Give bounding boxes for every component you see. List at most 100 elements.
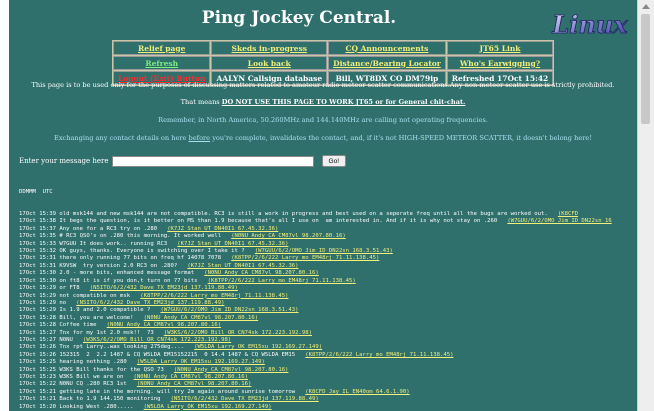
log-callsign-link[interactable]: (K7JZ Stan UT DN40I1 67.45.32.36) <box>177 241 288 247</box>
log-message: 17Oct 15:29 Is 1.9 and 2.0 compatible ? <box>19 307 151 314</box>
log-callsign-link[interactable]: (K7JZ Stan UT DN40I1 67.45.32.36) <box>187 263 298 269</box>
nav-jt65-link[interactable]: JT65 Link <box>446 41 554 55</box>
log-callsign-link[interactable]: (W7GUU/6/2/OMO Jim ID DN22sn 168.3.51.43… <box>160 307 298 313</box>
nav-who-s-earwigging[interactable]: Who's Earwigging? <box>446 56 554 70</box>
log-message: 17Oct 15:28 Bill, you are welcome! <box>19 314 134 321</box>
log-message: 17Oct 15:25 W3KS Bill thanks for the QSO… <box>19 366 164 373</box>
notice-scope: This page is to be used only for the pur… <box>31 81 615 89</box>
log-callsign-link[interactable]: (W5LDA Larry OK EM15xu 192.169.27.149) <box>144 404 272 410</box>
log-callsign-link[interactable]: (N0NU Andy CA CM87vl 98.207.80.16) <box>174 367 289 373</box>
log-callsign-link[interactable]: (K8CFD <box>558 211 578 217</box>
log-entry: 17Oct 15:39 old msk144 and new msk144 ar… <box>19 211 635 218</box>
nav-table: Relief page Skeds in-progress CQ Announcem… <box>112 40 555 86</box>
log-callsign-link[interactable]: (N0NU Andy CA CM87vl 98.207.80.16) <box>144 315 259 321</box>
log-entry: 17Oct 15:26 Tnx rpt Larry..was looking 2… <box>19 344 635 351</box>
log-message: 17Oct 15:30 on ft8 it is if you don,t tu… <box>19 277 198 284</box>
log-entry: 17Oct 15:21 Back to 1.9 144.150 monitori… <box>19 396 635 403</box>
log-message: 17Oct 15:20 Looking West .280..... <box>19 403 134 410</box>
nav-look-back[interactable]: Look back <box>211 56 328 70</box>
log-entry: 17Oct 15:29 no (N5ITO/6/2/432 Dave TX EM… <box>19 300 635 307</box>
log-entry: 17Oct 15:25 hearing nothing .280 (W5LDA … <box>19 359 635 366</box>
log-message: 17Oct 15:26 152315 2 2.2 1487 & CQ W5LDA… <box>19 351 296 358</box>
log-entry: 17Oct 15:29 Is 1.9 and 2.0 compatible ? … <box>19 307 635 314</box>
notice-rules-prefix: That means <box>180 98 222 106</box>
log-entry: 17Oct 15:28 Bill, you are welcome! (N0NU… <box>19 315 635 322</box>
nav-distance-bearing-locator[interactable]: Distance/Bearing Locator <box>328 56 446 70</box>
log-entry: 17Oct 15:37 Any one for a RC3 try on .28… <box>19 226 635 233</box>
log-callsign-link[interactable]: (N0NU Andy CA CM87vl 98.207.80.16) <box>134 374 249 380</box>
log-entry: 17Oct 15:25 W3KS Bill thanks for the QSO… <box>19 367 635 374</box>
log-callsign-link[interactable]: (N5ITO/6/2/432 Dave TX EM23jd 137.119.88… <box>171 396 319 402</box>
log-callsign-link[interactable]: (K8TPP/2/6/222 Larry mo EM48rj 71.11.138… <box>305 352 453 358</box>
log-message: 17Oct 15:27 Tnx for my 1st 2.0 msk!! 73 <box>19 329 154 336</box>
log-message: 17Oct 15:21 getting late in the morning.… <box>19 388 296 395</box>
log-message: 17Oct 15:33 W7GUU It does work.. running… <box>19 240 168 247</box>
log-entry: 17Oct 15:30 2.0 - more bits, enhanced me… <box>19 270 635 277</box>
log-entry: 17Oct 15:23 W3KS Bill we are on (N0NU An… <box>19 374 635 381</box>
log-message: 17Oct 15:26 Tnx rpt Larry..was looking 2… <box>19 344 185 351</box>
log-message: 17Oct 15:23 W3KS Bill we are on <box>19 373 124 380</box>
log-callsign-link[interactable]: (W3KS/6/2/OMO Bill OR CN74sk 172.223.192… <box>83 337 231 343</box>
log-message: 17Oct 15:29 no <box>19 299 67 306</box>
log-callsign-link[interactable]: (N5ITO/6/2/432 Dave TX EM23jd 137.119.88… <box>76 300 224 306</box>
notice-contact-c: you're complete, invalidates the contact… <box>210 134 592 142</box>
log-entry: 17Oct 15:28 Coffee time (N0NU Andy CA CM… <box>19 322 635 329</box>
nav-cq-announcements[interactable]: CQ Announcements <box>328 41 446 55</box>
log-message: 17Oct 15:22 N0NU CQ .280 RC3 1st <box>19 381 127 388</box>
log-callsign-link[interactable]: (K8CFD Jay IL EN40om 64.6.1.90) <box>305 389 409 395</box>
notice-rules: That means DO NOT USE THIS PAGE TO WORK … <box>9 98 637 106</box>
message-input[interactable] <box>111 155 314 167</box>
scrollbar-thumb[interactable] <box>641 14 650 124</box>
log-message: 17Oct 15:29 not compatible on msk <box>19 292 131 299</box>
scroll-up-icon[interactable] <box>642 4 650 9</box>
message-label: Enter your message here <box>19 157 109 165</box>
notice-contact-b: before <box>188 134 211 142</box>
log-message: 17Oct 15:31 there only running 77 bits o… <box>19 255 222 262</box>
log-entry: 17Oct 15:38 It begs the question, is it … <box>19 218 635 225</box>
log-message: 17Oct 15:37 Any one for a RC3 try on .28… <box>19 225 158 232</box>
log-callsign-link[interactable]: (K7JZ Stan UT DN40I1 67.45.32.36) <box>167 226 278 232</box>
log-callsign-link[interactable]: (K8TPP/2/6/222 Larry mo EM48rj 71.11.138… <box>231 255 379 261</box>
log-message: 17Oct 15:39 old msk144 and new msk144 ar… <box>19 211 548 218</box>
log-callsign-link[interactable]: (K8TPP/2/6/222 Larry mo EM48rj 71.11.138… <box>208 278 356 284</box>
vertical-scrollbar[interactable] <box>637 0 654 411</box>
log-message: 17Oct 15:32 OK guys, thanks. Everyone is… <box>19 248 245 255</box>
log-entry: 17Oct 15:27 N0NU (W3KS/6/2/OMO Bill OR C… <box>19 337 635 344</box>
log-entry: 17Oct 15:33 W7GUU It does work.. running… <box>19 241 635 248</box>
log-callsign-link[interactable]: (N0NU Andy CA CM87vl 98.207.80.16) <box>231 233 346 239</box>
log-entry: 17Oct 15:35 # RC3 QSO's on .280 this mor… <box>19 233 635 240</box>
notice-contact: Exchanging any contact details on here b… <box>9 134 637 142</box>
log-entry: 17Oct 15:22 N0NU CQ .280 RC3 1st (N0NU A… <box>19 381 635 388</box>
log-callsign-link[interactable]: (W5LDA Larry OK EM15xu 192.169.27.149) <box>194 344 322 350</box>
log-message: 17Oct 15:28 Coffee time <box>19 322 97 329</box>
log-entry: 17Oct 15:29 not compatible on msk (K8TPP… <box>19 293 635 300</box>
log-entry: 17Oct 15:20 Looking West .280..... (W5LD… <box>19 404 635 411</box>
nav-relief-page[interactable]: Relief page <box>113 41 211 55</box>
nav-skeds-in-progress[interactable]: Skeds in-progress <box>211 41 328 55</box>
log-header: DDMMM UTC <box>19 188 53 195</box>
page-title: Ping Jockey Central. <box>201 8 397 28</box>
nav-refresh[interactable]: Refresh <box>113 56 211 70</box>
log-entry: 17Oct 15:21 getting late in the morning.… <box>19 389 635 396</box>
log-entry: 17Oct 15:27 Tnx for my 1st 2.0 msk!! 73 … <box>19 330 635 337</box>
log-message: 17Oct 15:25 hearing nothing .280 <box>19 359 127 366</box>
log-callsign-link[interactable]: (N0NU Andy CA CM87vl 98.207.80.16) <box>107 322 222 328</box>
log-callsign-link[interactable]: (K8TPP/2/6/222 Larry mo EM48rj 71.11.138… <box>140 293 288 299</box>
log-callsign-link[interactable]: (N5ITO/6/2/432 Dave TX EM23jd 137.119.88… <box>90 285 238 291</box>
log-callsign-link[interactable]: (W7GUU/6/2/OMO Jim ID DN22sn 168.3.51.43… <box>255 248 393 254</box>
notice-contact-a: Exchanging any contact details on here <box>54 134 189 142</box>
log-message: 17Oct 15:27 N0NU <box>19 336 73 343</box>
log-message: 17Oct 15:35 # RC3 QSO's on .280 this mor… <box>19 233 222 240</box>
message-form: Enter your message here Go! <box>19 155 347 167</box>
go-button[interactable]: Go! <box>321 155 347 167</box>
linux-logo: Linux <box>547 6 633 42</box>
log-callsign-link[interactable]: (W5LDA Larry OK EM15xu 192.169.27.149) <box>137 359 265 365</box>
log-callsign-link[interactable]: (N0NU Andy CA CM87vl 98.207.80.16) <box>204 270 319 276</box>
log-entry: 17Oct 15:26 152315 2 2.2 1487 & CQ W5LDA… <box>19 352 635 359</box>
log-message: 17Oct 15:31 K9VSW try version 2.0 RC3 on… <box>19 262 178 269</box>
log-message: 17Oct 15:38 It begs the question, is it … <box>19 218 498 225</box>
notice-rules-emphasis: DO NOT USE THIS PAGE TO WORK JT65 or for… <box>221 98 466 106</box>
log-callsign-link[interactable]: (W7GUU/6/2/OMO Jim ID DN22sn 16 <box>507 218 611 224</box>
log-callsign-link[interactable]: (W3KS/6/2/OMO Bill OR CN74sk 172.223.192… <box>164 330 312 336</box>
log-callsign-link[interactable]: (N0NU Andy CA CM87vl 98.207.80.16) <box>137 381 252 387</box>
